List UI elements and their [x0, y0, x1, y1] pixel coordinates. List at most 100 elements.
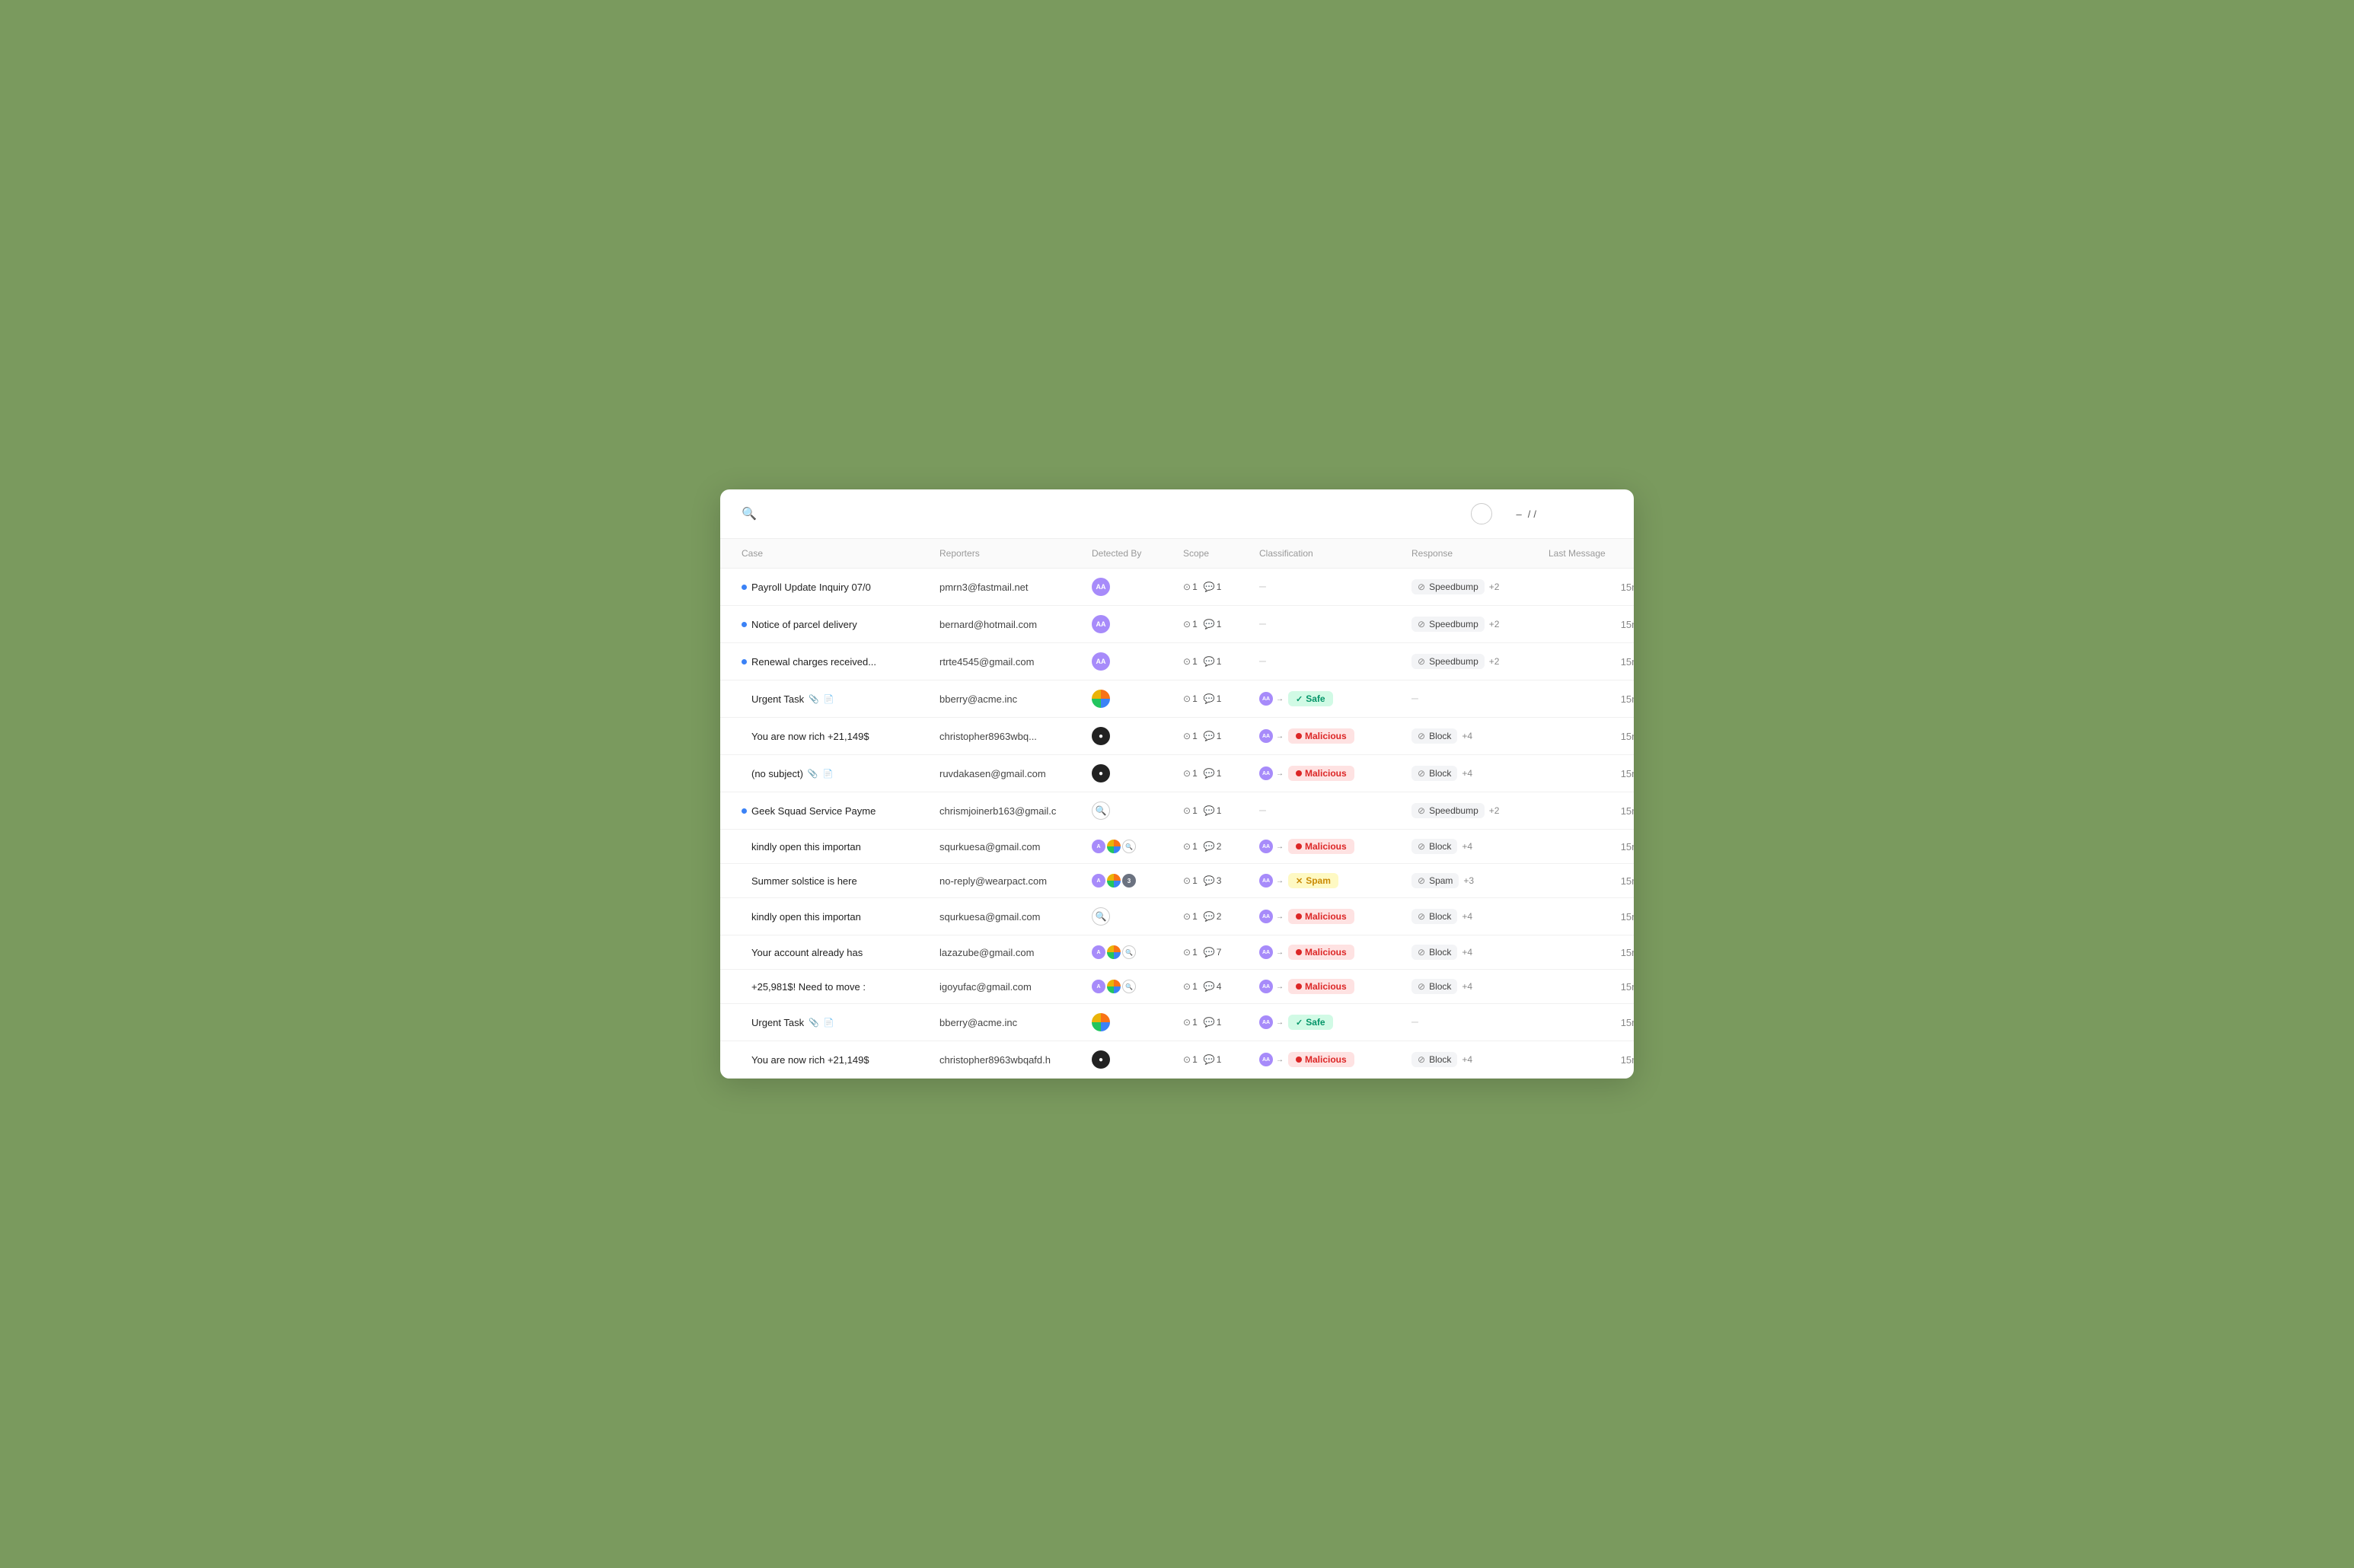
- response-icon: ⊘: [1418, 619, 1425, 629]
- table-row[interactable]: Your account already has lazazube@gmail.…: [720, 935, 1634, 970]
- scope-email-count: 1: [1192, 693, 1198, 704]
- scope-chat-count: 1: [1217, 731, 1222, 741]
- response-plus: +4: [1462, 768, 1472, 779]
- classification-prefix: AA →: [1259, 840, 1284, 853]
- response-cell: ⊘ Speedbump +2: [1411, 617, 1549, 632]
- scope-chat-item: 💬 4: [1204, 981, 1222, 992]
- response-plus: +4: [1462, 911, 1472, 922]
- col-scope[interactable]: Scope: [1183, 545, 1259, 562]
- col-case[interactable]: Case: [742, 545, 939, 562]
- col-lastmsg[interactable]: Last Message: [1549, 545, 1634, 562]
- table-row[interactable]: Geek Squad Service Payme chrismjoinerb16…: [720, 792, 1634, 830]
- col-classification[interactable]: Classification: [1259, 545, 1411, 562]
- table-row[interactable]: Payroll Update Inquiry 07/0 pmrn3@fastma…: [720, 569, 1634, 606]
- spam-icon: ✕: [1296, 876, 1303, 886]
- response-cell: ⊘ Block +4: [1411, 945, 1549, 960]
- scope-email-count: 1: [1192, 1054, 1198, 1065]
- col-detected[interactable]: Detected By: [1092, 545, 1183, 562]
- scope-chat-item: 💬 1: [1204, 693, 1222, 704]
- scope-chat-count: 2: [1217, 841, 1222, 852]
- scope-email-item: ⊙ 1: [1183, 805, 1198, 816]
- next-page-button[interactable]: [1542, 512, 1549, 515]
- col-response[interactable]: Response: [1411, 545, 1549, 562]
- scope-cell: ⊙ 1 💬 1: [1183, 619, 1259, 629]
- scope-email-count: 1: [1192, 947, 1198, 958]
- case-cell: Summer solstice is here: [742, 875, 939, 887]
- table-row[interactable]: kindly open this importan squrkuesa@gmai…: [720, 830, 1634, 864]
- response-icon: ⊘: [1418, 731, 1425, 741]
- table-row[interactable]: kindly open this importan squrkuesa@gmai…: [720, 898, 1634, 935]
- table-row[interactable]: +25,981$! Need to move : igoyufac@gmail.…: [720, 970, 1634, 1004]
- classification-badge: Malicious: [1288, 766, 1354, 781]
- scope-email-item: ⊙ 1: [1183, 768, 1198, 779]
- pagination: – / /: [1504, 508, 1549, 520]
- scope-email-count: 1: [1192, 875, 1198, 886]
- table-row[interactable]: Notice of parcel delivery bernard@hotmai…: [720, 606, 1634, 643]
- response-plus: +4: [1462, 947, 1472, 958]
- arrow-icon: →: [1276, 948, 1284, 957]
- classification-badge: Malicious: [1288, 979, 1354, 994]
- response-badge: ⊘ Block: [1411, 979, 1457, 994]
- last-message-cell: 15m: [1549, 619, 1634, 630]
- case-cell: Your account already has: [742, 947, 939, 958]
- arrow-icon: →: [1276, 695, 1284, 703]
- avatar: ●: [1092, 727, 1110, 745]
- detected-cell: A 🔍: [1092, 840, 1183, 853]
- case-name: Your account already has: [751, 947, 863, 958]
- chat-icon: 💬: [1204, 768, 1215, 779]
- chat-icon: 💬: [1204, 911, 1215, 922]
- response-icon: ⊘: [1418, 656, 1425, 667]
- response-badge: ⊘ Spam: [1411, 873, 1459, 888]
- case-cell: Renewal charges received...: [742, 656, 939, 668]
- scope-chat-count: 1: [1217, 619, 1222, 629]
- avatar: ●: [1092, 1050, 1110, 1069]
- table-row[interactable]: (no subject) 📎📄 ruvdakasen@gmail.com ● ⊙…: [720, 755, 1634, 792]
- response-cell: ⊘ Block +4: [1411, 1052, 1549, 1067]
- response-cell: ⊘ Spam +3: [1411, 873, 1549, 888]
- classification-cell: –: [1259, 580, 1411, 594]
- scope-email-count: 1: [1192, 656, 1198, 667]
- scope-email-item: ⊙ 1: [1183, 875, 1198, 886]
- scope-cell: ⊙ 1 💬 2: [1183, 841, 1259, 852]
- scope-cell: ⊙ 1 💬 7: [1183, 947, 1259, 958]
- table-row[interactable]: You are now rich +21,149$ christopher896…: [720, 1041, 1634, 1079]
- more-button[interactable]: [1603, 511, 1612, 517]
- col-reporters[interactable]: Reporters: [939, 545, 1092, 562]
- response-badge: ⊘ Block: [1411, 728, 1457, 744]
- prev-page-button[interactable]: [1504, 512, 1510, 515]
- last-message-cell: 15m: [1549, 875, 1634, 887]
- table-row[interactable]: You are now rich +21,149$ christopher896…: [720, 718, 1634, 755]
- scope-chat-item: 💬 1: [1204, 1017, 1222, 1028]
- table-row[interactable]: Summer solstice is here no-reply@wearpac…: [720, 864, 1634, 898]
- classification-prefix: AA →: [1259, 692, 1284, 706]
- scope-chat-item: 💬 1: [1204, 619, 1222, 629]
- add-button[interactable]: [1471, 503, 1492, 524]
- scope-chat-count: 7: [1217, 947, 1222, 958]
- classification-prefix: AA →: [1259, 980, 1284, 993]
- avatar-multi: A 🔍: [1092, 840, 1136, 853]
- response-dash: –: [1411, 692, 1418, 706]
- filter-button[interactable]: [1561, 511, 1570, 517]
- scope-email-count: 1: [1192, 911, 1198, 922]
- avatar-multi: A 🔍: [1092, 980, 1136, 993]
- avatar: AA: [1092, 652, 1110, 671]
- classification-dash: –: [1259, 804, 1266, 817]
- detected-cell: [1092, 690, 1183, 708]
- table-row[interactable]: Urgent Task 📎📄 bberry@acme.inc ⊙ 1 💬 1 A…: [720, 680, 1634, 718]
- response-label: Block: [1429, 731, 1451, 741]
- response-badge: ⊘ Block: [1411, 839, 1457, 854]
- scope-chat-item: 💬 7: [1204, 947, 1222, 958]
- response-icon: ⊘: [1418, 875, 1425, 886]
- sort-button[interactable]: [1582, 511, 1591, 517]
- detected-cell: [1092, 1013, 1183, 1031]
- table-row[interactable]: Urgent Task 📎📄 bberry@acme.inc ⊙ 1 💬 1 A…: [720, 1004, 1634, 1041]
- classification-prefix: AA →: [1259, 1053, 1284, 1066]
- detected-cell: AA: [1092, 615, 1183, 633]
- email-icon: ⊙: [1183, 731, 1191, 741]
- table-row[interactable]: Renewal charges received... rtrte4545@gm…: [720, 643, 1634, 680]
- scope-email-item: ⊙ 1: [1183, 981, 1198, 992]
- response-cell: ⊘ Speedbump +2: [1411, 803, 1549, 818]
- scope-email-count: 1: [1192, 981, 1198, 992]
- scope-chat-item: 💬 2: [1204, 841, 1222, 852]
- search-icon: 🔍: [742, 506, 757, 521]
